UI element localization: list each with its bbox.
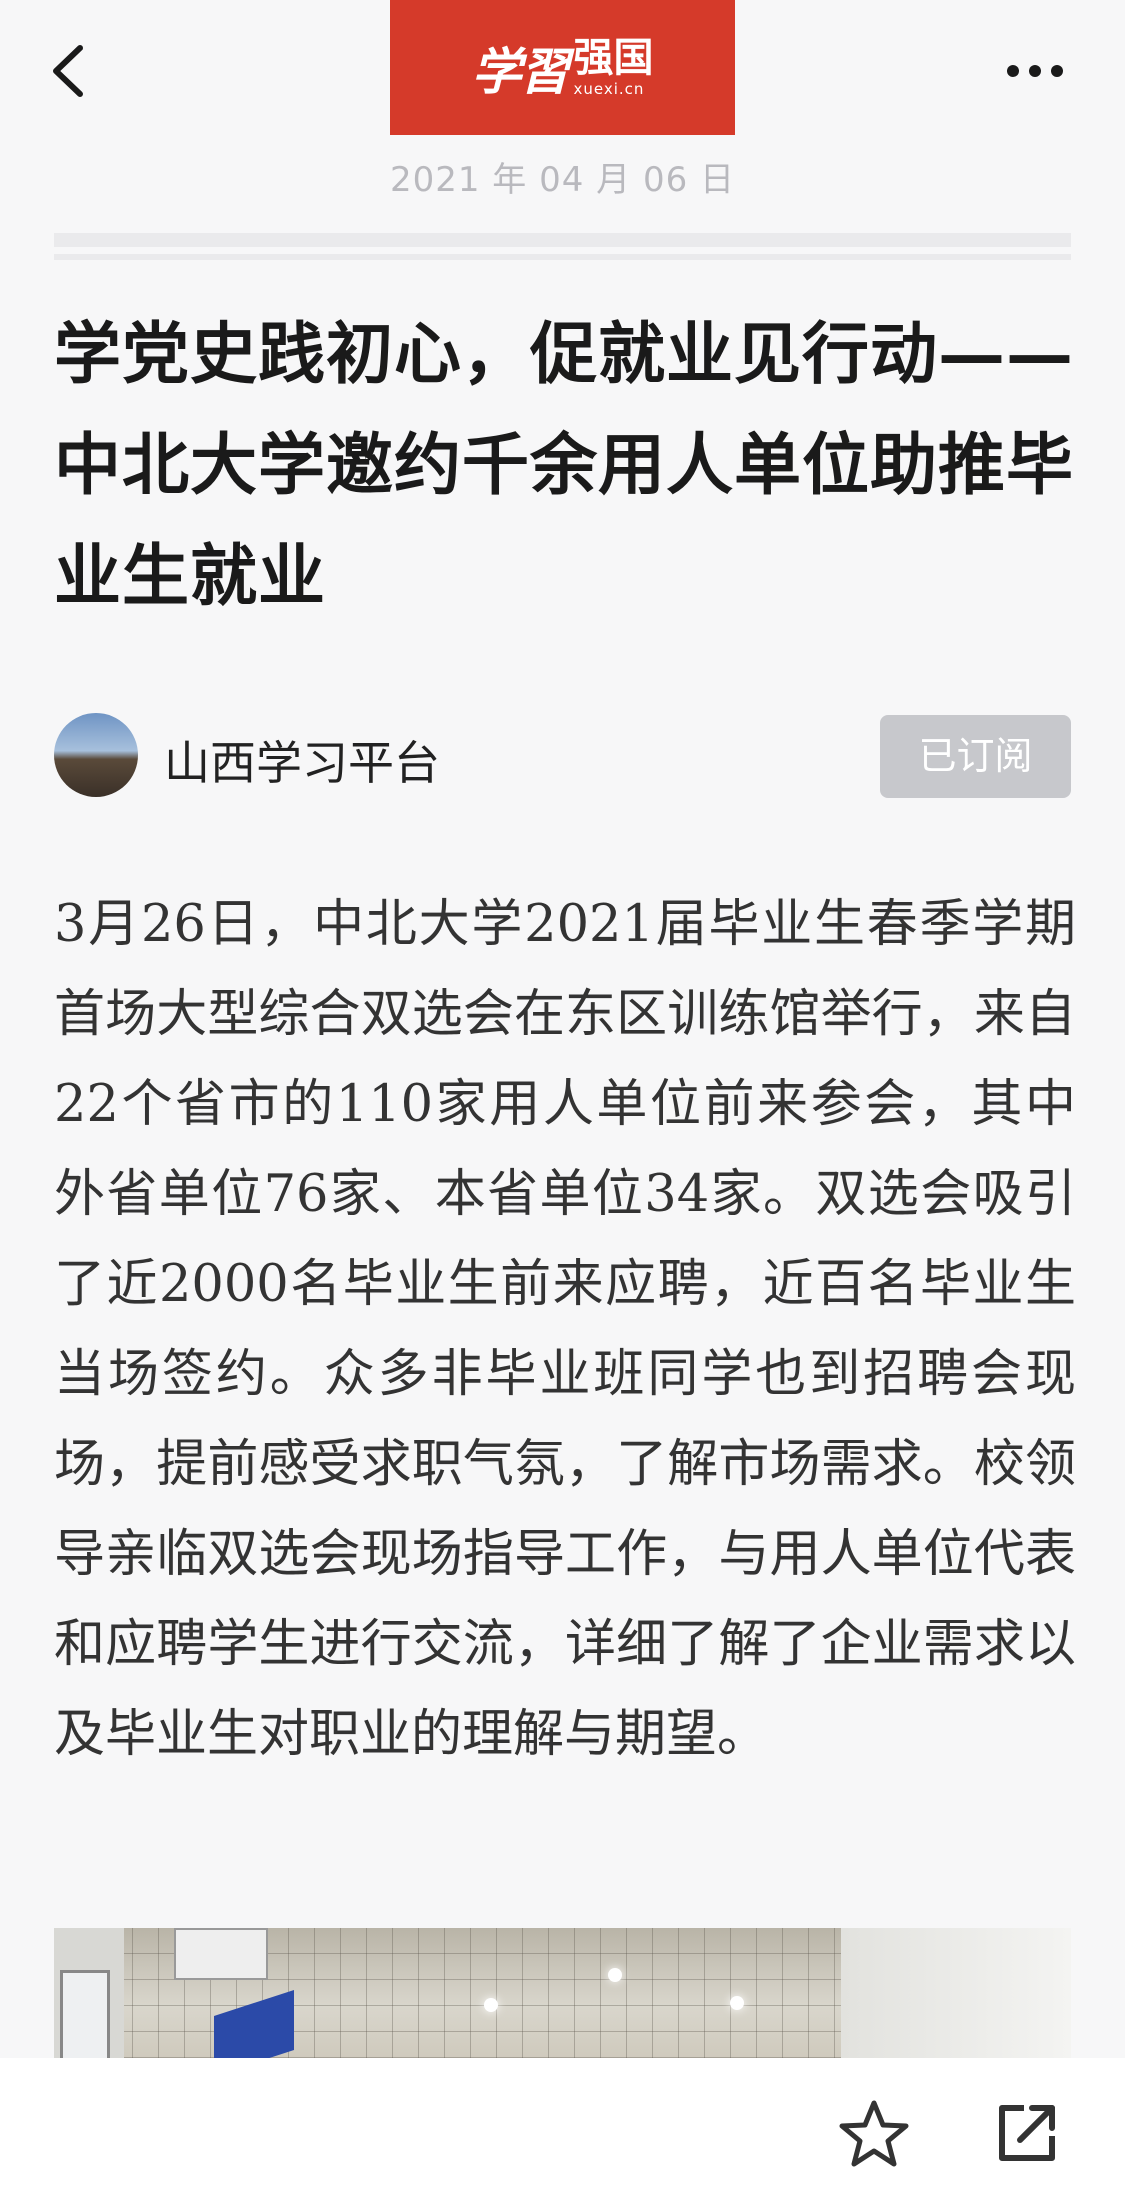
publish-date: 2021 年 04 月 06 日 (389, 160, 736, 200)
subscribe-button[interactable]: 已订阅 (880, 715, 1071, 798)
photo-ceiling-light (608, 1968, 622, 1982)
share-external-icon (999, 2105, 1055, 2161)
top-navigation-bar: 学習 强国 xuexi.cn 2021 年 04 月 06 日 (0, 0, 1125, 260)
logo-brand-mark: 学習 (471, 41, 570, 101)
photo-right-wall (841, 1928, 1071, 2058)
xuexi-logo: 学習 强国 xuexi.cn (390, 0, 735, 135)
logo-name: 强国 (573, 35, 654, 81)
author-avatar[interactable] (54, 713, 138, 797)
more-horizontal-icon (1007, 65, 1063, 77)
photo-window (60, 1970, 110, 2058)
bottom-action-bar (0, 2058, 1125, 2205)
logo-domain: xuexi.cn (573, 80, 645, 98)
header-divider-thin (54, 254, 1071, 260)
more-options-button[interactable] (1000, 48, 1070, 94)
star-outline-icon (839, 2100, 909, 2167)
chevron-left-icon (53, 45, 83, 97)
back-button[interactable] (44, 36, 104, 106)
author-row: 山西学习平台 已订阅 (54, 713, 1071, 798)
photo-sign (174, 1928, 268, 1980)
photo-ceiling-light (730, 1996, 744, 2010)
article-body: 3月26日，中北大学2021届毕业生春季学期首场大型综合双选会在东区训练馆举行，… (54, 895, 1076, 1764)
photo-ceiling-light (484, 1998, 498, 2012)
author-name[interactable]: 山西学习平台 (164, 727, 440, 793)
article-title: 学党史践初心，促就业见行动——中北大学邀约千余用人单位助推毕业生就业 (54, 314, 1074, 615)
article-photo (54, 1928, 1071, 2058)
share-button[interactable] (994, 2100, 1060, 2166)
header-divider (54, 233, 1071, 247)
favorite-button[interactable] (838, 2098, 910, 2170)
